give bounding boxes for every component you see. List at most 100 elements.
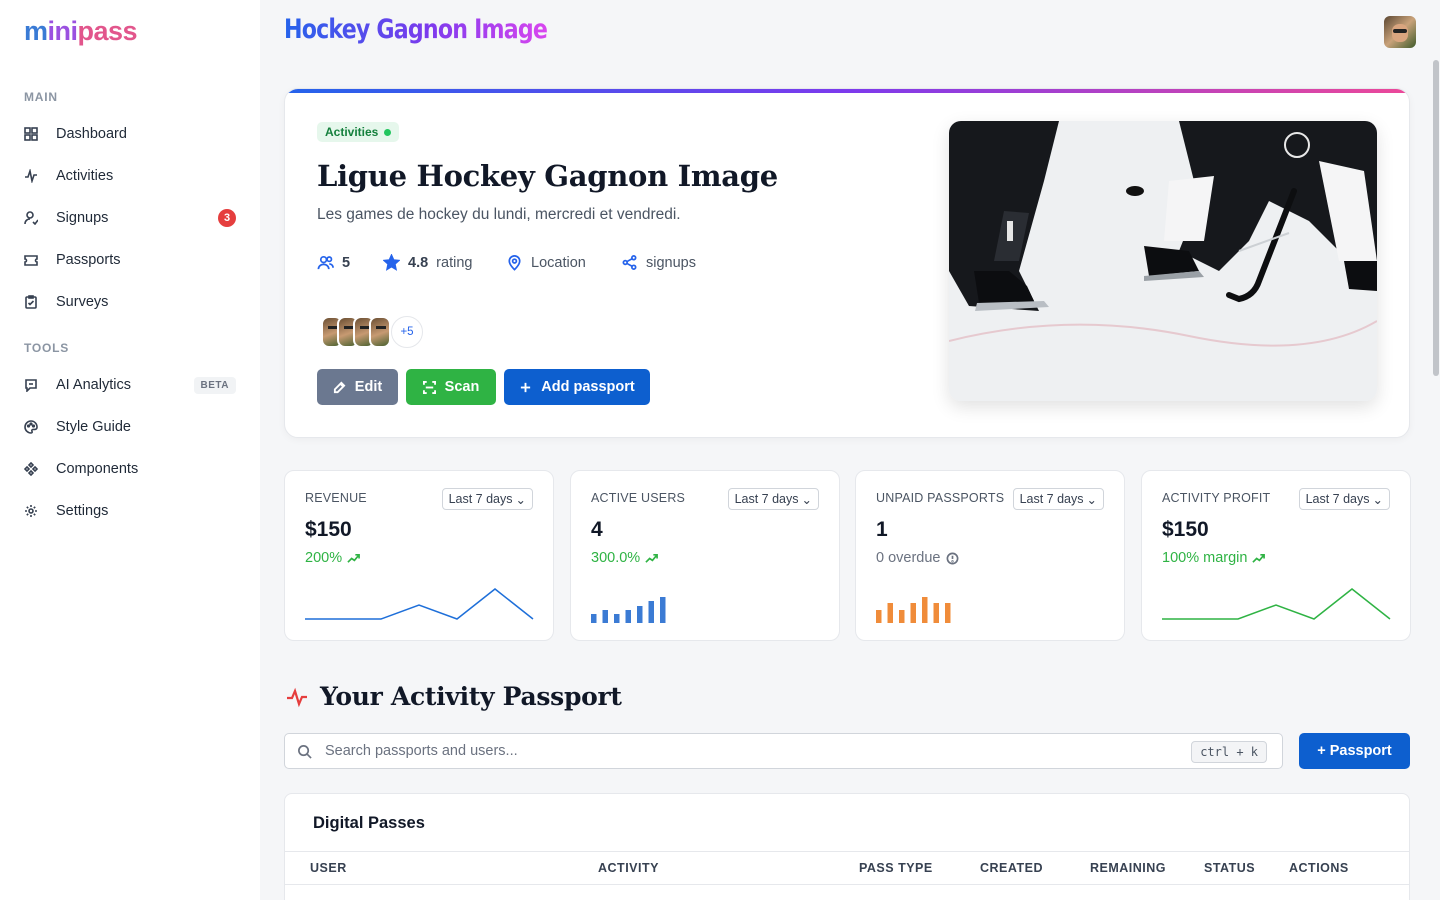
column-header-created[interactable]: CREATED	[980, 861, 1043, 875]
activities-status-pill: Activities	[317, 122, 400, 142]
activity-title: Ligue Hockey Gagnon Image	[317, 159, 778, 193]
sidebar-item-label: Surveys	[56, 294, 109, 310]
sidebar-item-label: Style Guide	[56, 419, 131, 435]
star-icon	[383, 254, 400, 271]
sidebar-item-dashboard[interactable]: Dashboard	[24, 118, 236, 150]
unpaid-passports-card: UNPAID PASSPORTS Last 7 days ⌄ 1 0 overdu…	[855, 470, 1125, 641]
logo-letters-pass: pass	[77, 16, 138, 46]
section-title-text: Your Activity Passport	[320, 682, 622, 711]
minipass-logo[interactable]: minipass	[24, 16, 138, 47]
column-header-actions[interactable]: ACTIONS	[1289, 861, 1349, 875]
sidebar-item-surveys[interactable]: Surveys	[24, 286, 236, 318]
stat-value: 4	[591, 518, 603, 541]
active-users-bar-chart	[591, 597, 666, 623]
column-header-status[interactable]: STATUS	[1204, 861, 1255, 875]
profit-sparkline	[1162, 588, 1391, 620]
logo-letter-m: m	[24, 16, 48, 46]
share-icon	[622, 255, 637, 270]
scan-label: Scan	[444, 379, 480, 395]
sidebar-section-tools: TOOLS	[24, 341, 70, 355]
location-pin-icon	[508, 255, 521, 271]
sidebar-item-label: Components	[56, 461, 139, 477]
column-header-pass-type[interactable]: PASS TYPE	[859, 861, 933, 875]
search-icon	[298, 745, 312, 759]
bar	[648, 601, 654, 623]
add-passport-button[interactable]: Add passport	[504, 369, 650, 405]
page-scrollbar[interactable]	[1432, 60, 1440, 380]
sidebar-section-main: MAIN	[24, 90, 58, 104]
hero-gradient-bar	[285, 89, 1409, 93]
bar	[602, 610, 608, 623]
bar	[933, 603, 939, 623]
sidebar-item-passports[interactable]: Passports	[24, 244, 236, 276]
column-header-activity[interactable]: ACTIVITY	[598, 861, 659, 875]
column-header-user[interactable]: USER	[310, 861, 347, 875]
search-input[interactable]	[325, 734, 1165, 768]
bar	[660, 597, 666, 623]
table-title: Digital Passes	[313, 814, 425, 832]
status-dot	[384, 128, 392, 136]
delta-value: 300.0%	[591, 550, 641, 566]
components-icon	[24, 462, 38, 476]
activity-hero-card: Activities Ligue Hockey Gagnon Image Les…	[284, 88, 1410, 438]
members-value: 5	[342, 254, 351, 271]
signups-share[interactable]: signups	[621, 254, 696, 271]
bar	[876, 610, 882, 623]
participant-avatars[interactable]: +5	[321, 316, 423, 348]
sidebar-item-label: Activities	[56, 168, 114, 184]
stat-value: $150	[1162, 518, 1209, 541]
page-title: Hockey Gagnon Image	[284, 14, 548, 45]
stat-label: ACTIVE USERS	[591, 491, 686, 505]
sidebar-item-label: Passports	[56, 252, 121, 268]
signups-count-badge: 3	[218, 209, 236, 227]
sidebar-item-label: AI Analytics	[56, 377, 131, 393]
unpaid-passports-bar-chart	[876, 597, 951, 623]
scan-icon	[422, 380, 436, 394]
activity-image	[949, 121, 1377, 401]
delta-value: 0 overdue	[876, 550, 941, 566]
add-passport-primary-button[interactable]: + Passport	[1299, 733, 1410, 769]
sidebar-item-components[interactable]: Components	[24, 453, 236, 485]
range-label: Last 7 days	[1305, 492, 1370, 506]
bar	[614, 614, 620, 623]
bar	[922, 597, 928, 623]
range-label: Last 7 days	[1019, 492, 1084, 506]
bar	[591, 614, 597, 623]
gear-icon	[24, 504, 38, 518]
edit-button[interactable]: Edit	[317, 369, 398, 405]
chevron-down-icon: ⌄	[515, 492, 526, 507]
active-users-card: ACTIVE USERS Last 7 days ⌄ 4 300.0%	[570, 470, 840, 641]
sidebar-item-ai-analytics[interactable]: AI Analytics BETA	[24, 369, 236, 401]
range-select[interactable]: Last 7 days ⌄	[441, 488, 533, 510]
scrollbar-thumb[interactable]	[1433, 60, 1439, 376]
sidebar-item-style-guide[interactable]: Style Guide	[24, 411, 236, 443]
pill-label: Activities	[325, 125, 379, 139]
users-icon	[317, 255, 334, 270]
range-select[interactable]: Last 7 days ⌄	[1012, 488, 1104, 510]
range-select[interactable]: Last 7 days ⌄	[1298, 488, 1390, 510]
beta-badge: BETA	[193, 377, 236, 394]
digital-passes-table: Digital Passes USER ACTIVITY PASS TYPE C…	[284, 793, 1410, 900]
user-avatar[interactable]	[1384, 16, 1416, 48]
more-avatars-count[interactable]: +5	[391, 316, 423, 348]
range-select[interactable]: Last 7 days ⌄	[727, 488, 819, 510]
chevron-down-icon: ⌄	[1086, 492, 1097, 507]
sidebar-item-activities[interactable]: Activities	[24, 160, 236, 192]
location[interactable]: Location	[506, 254, 586, 271]
bar	[910, 603, 916, 623]
bar	[899, 610, 905, 623]
plus-icon	[521, 382, 531, 392]
bar	[945, 603, 951, 623]
chevron-down-icon: ⌄	[801, 492, 812, 507]
passport-search-bar[interactable]: ctrl + k	[284, 733, 1283, 769]
bar	[637, 606, 643, 623]
revenue-card: REVENUE Last 7 days ⌄ $150 200%	[284, 470, 554, 641]
sidebar-item-signups[interactable]: Signups 3	[24, 202, 236, 234]
sidebar-item-settings[interactable]: Settings	[24, 495, 236, 527]
rating-label: rating	[436, 254, 473, 271]
stat-value: 1	[876, 518, 888, 541]
scan-button[interactable]: Scan	[406, 369, 496, 405]
user-signup-icon	[24, 211, 38, 225]
stat-delta: 100% margin	[1162, 550, 1266, 566]
column-header-remaining[interactable]: REMAINING	[1090, 861, 1166, 875]
